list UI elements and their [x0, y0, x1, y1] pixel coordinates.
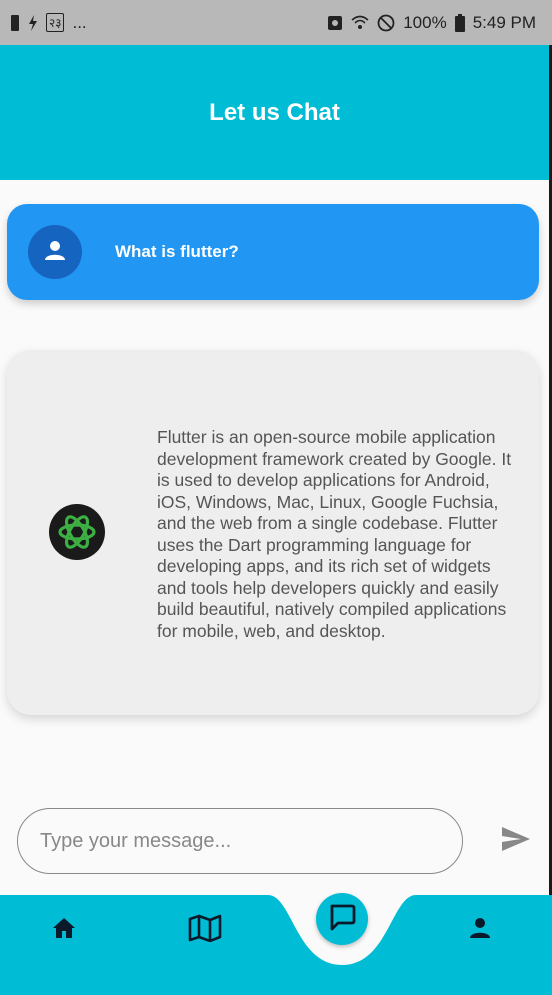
status-bar: २३ ... 100% 5:49 PM — [0, 0, 552, 45]
person-icon — [43, 238, 67, 267]
nav-map[interactable] — [183, 908, 227, 952]
avatar — [28, 225, 82, 279]
dnd-icon — [377, 14, 395, 32]
bot-message-text: Flutter is an open-source mobile applica… — [157, 427, 512, 641]
nav-home[interactable] — [42, 908, 86, 952]
chat-icon — [328, 903, 356, 936]
battery-icon — [454, 13, 465, 32]
send-button[interactable] — [498, 824, 534, 858]
nav-chat[interactable] — [316, 893, 368, 945]
status-left: २३ ... — [10, 13, 87, 33]
profile-icon — [469, 917, 491, 944]
status-left-glyph: २३ — [46, 13, 65, 32]
user-message-bubble: What is flutter? — [7, 204, 539, 300]
status-time: 5:49 PM — [472, 12, 536, 32]
page-title: Let us Chat — [209, 98, 340, 126]
bot-message-bubble: Flutter is an open-source mobile applica… — [7, 350, 539, 715]
openai-logo-icon — [49, 504, 105, 560]
bottom-navigation — [0, 895, 552, 995]
battery-percent: 100% — [403, 12, 447, 32]
home-icon — [52, 917, 76, 944]
status-right: 100% 5:49 PM — [327, 13, 536, 33]
map-icon — [188, 914, 222, 947]
message-input[interactable] — [17, 808, 463, 874]
app-bar: Let us Chat — [0, 45, 552, 180]
charging-icon — [28, 14, 38, 31]
send-icon — [501, 826, 531, 857]
data-saver-icon — [327, 15, 343, 31]
nav-profile[interactable] — [458, 908, 502, 952]
user-message-text: What is flutter? — [115, 242, 239, 261]
status-more: ... — [72, 12, 87, 32]
wifi-call-icon — [351, 15, 369, 31]
phone-icon — [10, 14, 20, 31]
